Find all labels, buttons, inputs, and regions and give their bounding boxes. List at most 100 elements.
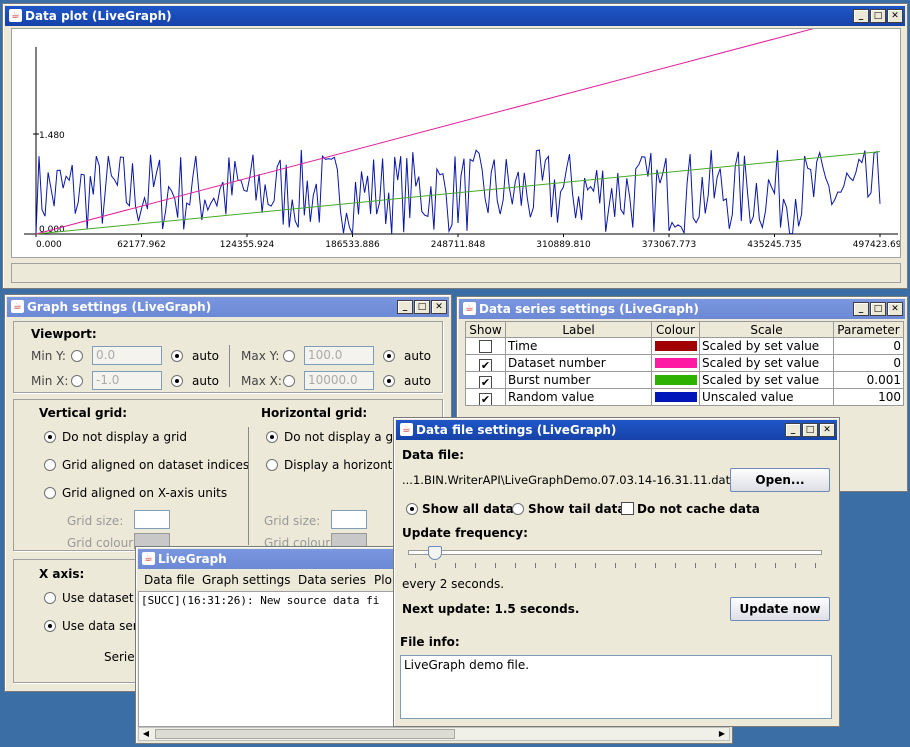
vgrid-size-field[interactable]	[134, 510, 170, 529]
update-now-button[interactable]: Update now	[730, 597, 830, 621]
hgrid-display-radio[interactable]	[266, 459, 278, 471]
min-y-auto-radio[interactable]	[171, 350, 183, 362]
min-y-field[interactable]: 0.0	[92, 346, 162, 365]
maximize-button[interactable]: □	[870, 9, 886, 23]
vgrid-none-label: Do not display a grid	[62, 430, 187, 444]
close-button[interactable]: ✕	[887, 9, 903, 23]
max-x-auto-radio[interactable]	[383, 375, 395, 387]
show-checkbox[interactable]: ✔	[479, 393, 492, 405]
x-tick-label: 248711.848	[431, 240, 486, 250]
minimize-button[interactable]: _	[853, 302, 869, 316]
table-header-row: Show Label Colour Scale Parameter	[465, 321, 904, 338]
data-file-title: Data file settings (LiveGraph)	[416, 423, 617, 437]
close-button[interactable]: ✕	[887, 302, 903, 316]
scale-cell[interactable]: Scaled by set value	[699, 371, 834, 389]
maximize-button[interactable]: □	[802, 423, 818, 437]
scale-cell[interactable]: Unscaled value	[699, 388, 834, 406]
parameter-cell[interactable]: 100	[833, 388, 904, 406]
show-tail-radio[interactable]	[512, 503, 524, 515]
slider-tick	[415, 563, 416, 568]
slider-tick	[735, 563, 736, 568]
scroll-thumb[interactable]	[155, 729, 455, 739]
series-label-cell[interactable]: Dataset number	[505, 354, 652, 372]
colour-swatch[interactable]	[654, 392, 697, 402]
graph-settings-title: Graph settings (LiveGraph)	[27, 300, 212, 314]
x-axis-dataset-radio[interactable]	[44, 592, 56, 604]
vgrid-none-radio[interactable]	[44, 431, 56, 443]
scroll-right-arrow[interactable]: ▶	[715, 728, 729, 740]
header-scale[interactable]: Scale	[699, 321, 834, 338]
close-button[interactable]: ✕	[819, 423, 835, 437]
plot-svg: 1.4800.0000.00062177.962124355.924186533…	[24, 29, 900, 250]
maximize-button[interactable]: □	[414, 300, 430, 314]
vgrid-units-radio[interactable]	[44, 487, 56, 499]
max-y-auto-radio[interactable]	[383, 350, 395, 362]
vgrid-indices-radio[interactable]	[44, 459, 56, 471]
parameter-cell[interactable]: 0	[833, 337, 904, 355]
parameter-cell[interactable]: 0	[833, 354, 904, 372]
slider-thumb[interactable]	[428, 546, 442, 560]
file-info-area[interactable]: LiveGraph demo file.	[400, 655, 832, 719]
max-x-manual-radio[interactable]	[283, 375, 295, 387]
minimize-button[interactable]: _	[397, 300, 413, 314]
plot-canvas[interactable]: 1.4800.0000.00062177.962124355.924186533…	[11, 28, 901, 258]
menu-graph-settings[interactable]: Graph settings	[202, 573, 290, 587]
file-info-text: LiveGraph demo file.	[404, 658, 530, 672]
max-x-field[interactable]: 10000.0	[304, 371, 374, 390]
min-x-auto-radio[interactable]	[171, 375, 183, 387]
update-frequency-slider[interactable]	[408, 546, 824, 572]
header-label[interactable]: Label	[505, 321, 652, 338]
parameter-cell[interactable]: 0.001	[833, 371, 904, 389]
data-file-label: Data file:	[402, 448, 465, 462]
open-button[interactable]: Open...	[730, 468, 830, 492]
series-label-cell[interactable]: Time	[505, 337, 652, 355]
colour-swatch[interactable]	[654, 375, 697, 385]
series-label-cell[interactable]: Burst number	[505, 371, 652, 389]
no-cache-checkbox[interactable]	[621, 502, 634, 515]
scale-cell[interactable]: Scaled by set value	[699, 337, 834, 355]
minimize-button[interactable]: _	[853, 9, 869, 23]
horizontal-scrollbar[interactable]: ◀ ▶	[138, 727, 730, 741]
show-all-radio[interactable]	[406, 503, 418, 515]
header-colour[interactable]: Colour	[651, 321, 700, 338]
colour-swatch[interactable]	[654, 341, 697, 351]
data-series-title: Data series settings (LiveGraph)	[479, 302, 699, 316]
show-checkbox[interactable]	[479, 340, 492, 353]
colour-swatch[interactable]	[654, 358, 697, 368]
min-x-manual-radio[interactable]	[71, 375, 83, 387]
x-axis-series-radio[interactable]	[44, 620, 56, 632]
scroll-left-arrow[interactable]: ◀	[139, 728, 153, 740]
table-row[interactable]: ✔ Dataset number Scaled by set value 0	[465, 354, 904, 372]
table-row[interactable]: ✔ Burst number Scaled by set value 0.001	[465, 371, 904, 389]
table-row[interactable]: ✔ Random value Unscaled value 100	[465, 388, 904, 406]
data-plot-titlebar[interactable]: ☕ Data plot (LiveGraph) _ □ ✕	[5, 6, 905, 26]
menu-data-file[interactable]: Data file	[144, 573, 195, 587]
table-row[interactable]: Time Scaled by set value 0	[465, 337, 904, 355]
series-label-cell[interactable]: Random value	[505, 388, 652, 406]
maximize-button[interactable]: □	[870, 302, 886, 316]
menu-plot[interactable]: Plo	[374, 573, 392, 587]
max-y-label: Max Y:	[241, 349, 280, 363]
graph-settings-titlebar[interactable]: ☕ Graph settings (LiveGraph) _ □ ✕	[7, 297, 449, 317]
java-icon: ☕	[463, 302, 476, 315]
data-series-titlebar[interactable]: ☕ Data series settings (LiveGraph) _ □ ✕	[459, 299, 905, 319]
show-checkbox[interactable]: ✔	[479, 359, 492, 371]
hgrid-none-radio[interactable]	[266, 431, 278, 443]
grid-group	[13, 399, 443, 551]
max-y-manual-radio[interactable]	[283, 350, 295, 362]
header-show[interactable]: Show	[465, 321, 506, 338]
minimize-button[interactable]: _	[785, 423, 801, 437]
header-parameter[interactable]: Parameter	[833, 321, 904, 338]
data-file-titlebar[interactable]: ☕ Data file settings (LiveGraph) _ □ ✕	[396, 420, 837, 440]
hgrid-size-label: Grid size:	[264, 514, 321, 528]
hgrid-size-field[interactable]	[331, 510, 367, 529]
menu-data-series[interactable]: Data series	[298, 573, 366, 587]
slider-tick	[755, 563, 756, 568]
max-y-field[interactable]: 100.0	[304, 346, 374, 365]
close-button[interactable]: ✕	[431, 300, 447, 314]
slider-tick	[475, 563, 476, 568]
show-checkbox[interactable]: ✔	[479, 376, 492, 388]
scale-cell[interactable]: Scaled by set value	[699, 354, 834, 372]
min-x-field[interactable]: -1.0	[92, 371, 162, 390]
min-y-manual-radio[interactable]	[71, 350, 83, 362]
